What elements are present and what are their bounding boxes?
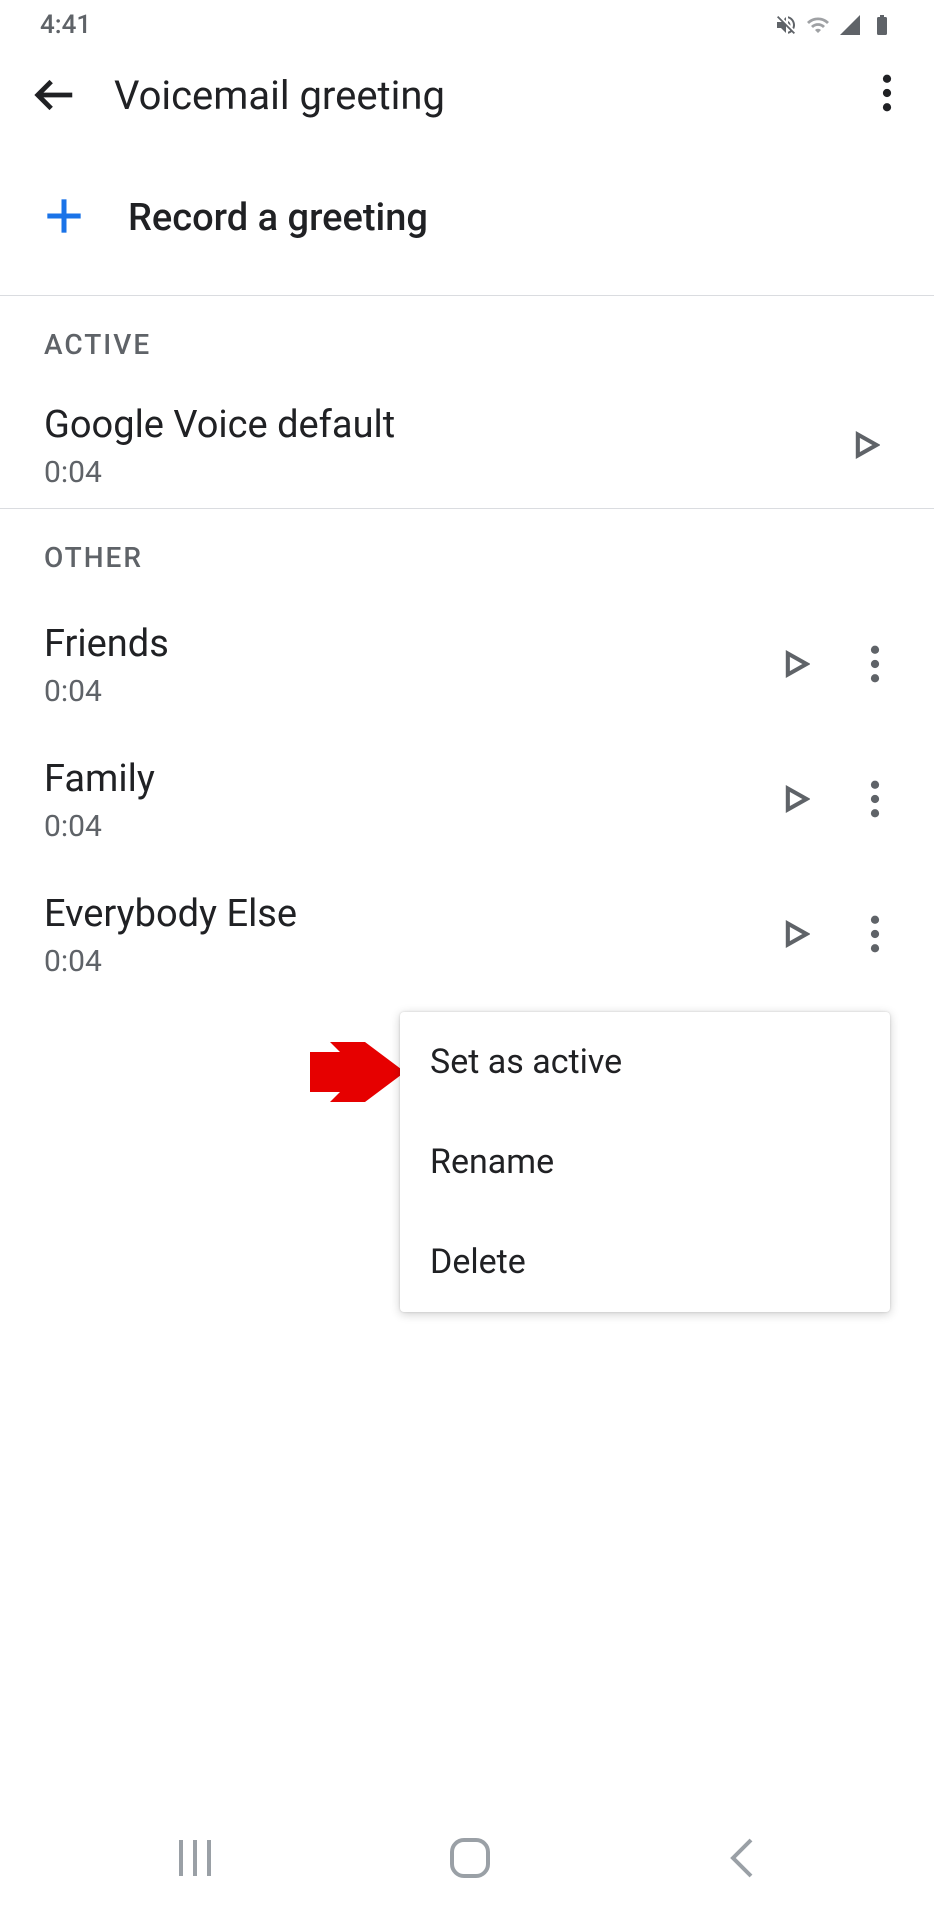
play-icon [782, 918, 810, 950]
greeting-item-family[interactable]: Family 0:04 [0, 733, 934, 868]
play-icon [782, 648, 810, 680]
app-bar: Voicemail greeting [0, 50, 934, 140]
nav-back-button[interactable] [727, 1836, 757, 1884]
more-vertical-icon [870, 645, 880, 683]
record-label: Record a greeting [128, 196, 428, 240]
more-options-button[interactable] [872, 64, 902, 126]
more-vertical-icon [882, 74, 892, 112]
mute-icon [774, 13, 798, 37]
play-button[interactable] [772, 773, 820, 829]
status-time: 4:41 [40, 10, 91, 40]
greeting-duration: 0:04 [44, 944, 752, 979]
active-greeting-item[interactable]: Google Voice default 0:04 [0, 385, 934, 508]
menu-delete[interactable]: Delete [400, 1212, 890, 1312]
item-more-button[interactable] [860, 905, 890, 967]
greeting-title: Google Voice default [44, 403, 822, 447]
menu-set-active[interactable]: Set as active [400, 1012, 890, 1112]
back-button[interactable] [32, 72, 78, 118]
greeting-duration: 0:04 [44, 809, 752, 844]
nav-recent-button[interactable] [177, 1836, 213, 1884]
greeting-title: Family [44, 757, 752, 801]
navigation-bar [0, 1800, 934, 1920]
more-vertical-icon [870, 780, 880, 818]
record-greeting-button[interactable]: Record a greeting [0, 140, 934, 295]
play-icon [782, 783, 810, 815]
active-section-header: ACTIVE [0, 296, 934, 385]
page-title: Voicemail greeting [114, 72, 872, 119]
other-section-header: OTHER [0, 509, 934, 598]
menu-rename[interactable]: Rename [400, 1112, 890, 1212]
play-button[interactable] [842, 419, 890, 475]
item-more-button[interactable] [860, 635, 890, 697]
arrow-left-icon [32, 72, 78, 118]
context-menu: Set as active Rename Delete [400, 1012, 890, 1312]
greeting-duration: 0:04 [44, 455, 822, 490]
play-icon [852, 429, 880, 461]
plus-icon [44, 196, 84, 240]
home-icon [448, 1836, 492, 1880]
battery-icon [870, 13, 894, 37]
more-vertical-icon [870, 915, 880, 953]
status-bar: 4:41 [0, 0, 934, 50]
greeting-duration: 0:04 [44, 674, 752, 709]
wifi-icon [806, 13, 830, 37]
signal-icon [838, 13, 862, 37]
status-icons [774, 13, 894, 37]
play-button[interactable] [772, 638, 820, 694]
nav-home-button[interactable] [448, 1836, 492, 1884]
greeting-item-friends[interactable]: Friends 0:04 [0, 598, 934, 733]
annotation-arrow [310, 1042, 405, 1106]
play-button[interactable] [772, 908, 820, 964]
greeting-item-everybody-else[interactable]: Everybody Else 0:04 [0, 868, 934, 1003]
chevron-left-icon [727, 1836, 757, 1880]
item-more-button[interactable] [860, 770, 890, 832]
greeting-title: Friends [44, 622, 752, 666]
greeting-title: Everybody Else [44, 892, 752, 936]
recent-icon [177, 1836, 213, 1880]
